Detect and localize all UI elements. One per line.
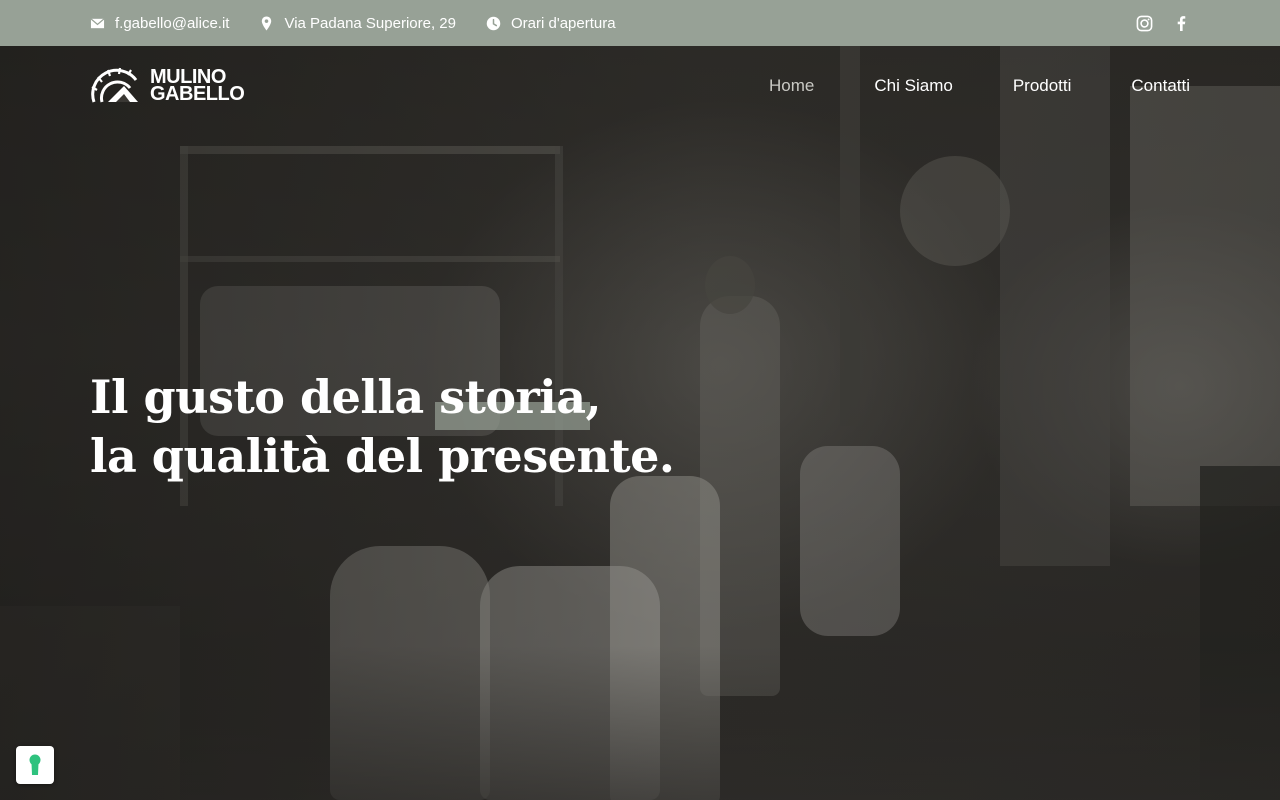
site-header: MULINO GABELLO Home Chi Siamo Prodotti C… (0, 46, 1280, 126)
clock-icon (486, 16, 501, 30)
nav-contatti[interactable]: Contatti (1131, 76, 1190, 96)
keyhole-icon (29, 754, 41, 775)
hero-headline: Il gusto della storia, la qualità del pr… (90, 368, 675, 486)
mill-wheel-logo-icon (91, 67, 138, 103)
opening-hours-link[interactable]: Orari d'apertura (486, 15, 616, 32)
headline-line-2: la qualità del presente. (90, 429, 675, 483)
nav-chi-siamo[interactable]: Chi Siamo (874, 76, 952, 96)
top-info-bar: f.gabello@alice.it Via Padana Superiore,… (0, 0, 1280, 46)
logo-line-2: GABELLO (150, 83, 245, 105)
address-link[interactable]: Via Padana Superiore, 29 (259, 15, 456, 32)
headline-highlight-word: storia (439, 370, 586, 424)
opening-hours-text: Orari d'apertura (511, 14, 616, 32)
instagram-icon[interactable] (1136, 15, 1153, 32)
main-navigation: Home Chi Siamo Prodotti Contatti (709, 76, 1190, 96)
map-pin-icon (262, 15, 272, 31)
email-text: f.gabello@alice.it (115, 14, 230, 32)
address-text: Via Padana Superiore, 29 (284, 14, 456, 32)
nav-home[interactable]: Home (769, 76, 814, 96)
envelope-icon (90, 17, 105, 28)
site-logo[interactable]: MULINO GABELLO (90, 66, 245, 106)
email-link[interactable]: f.gabello@alice.it (90, 15, 229, 32)
cookie-preferences-button[interactable] (16, 746, 54, 784)
nav-prodotti[interactable]: Prodotti (1013, 76, 1072, 96)
headline-line-1-start: Il gusto della (90, 370, 440, 424)
facebook-icon[interactable] (1173, 15, 1190, 32)
headline-line-1-end: , (585, 370, 602, 424)
social-links (1116, 15, 1190, 32)
